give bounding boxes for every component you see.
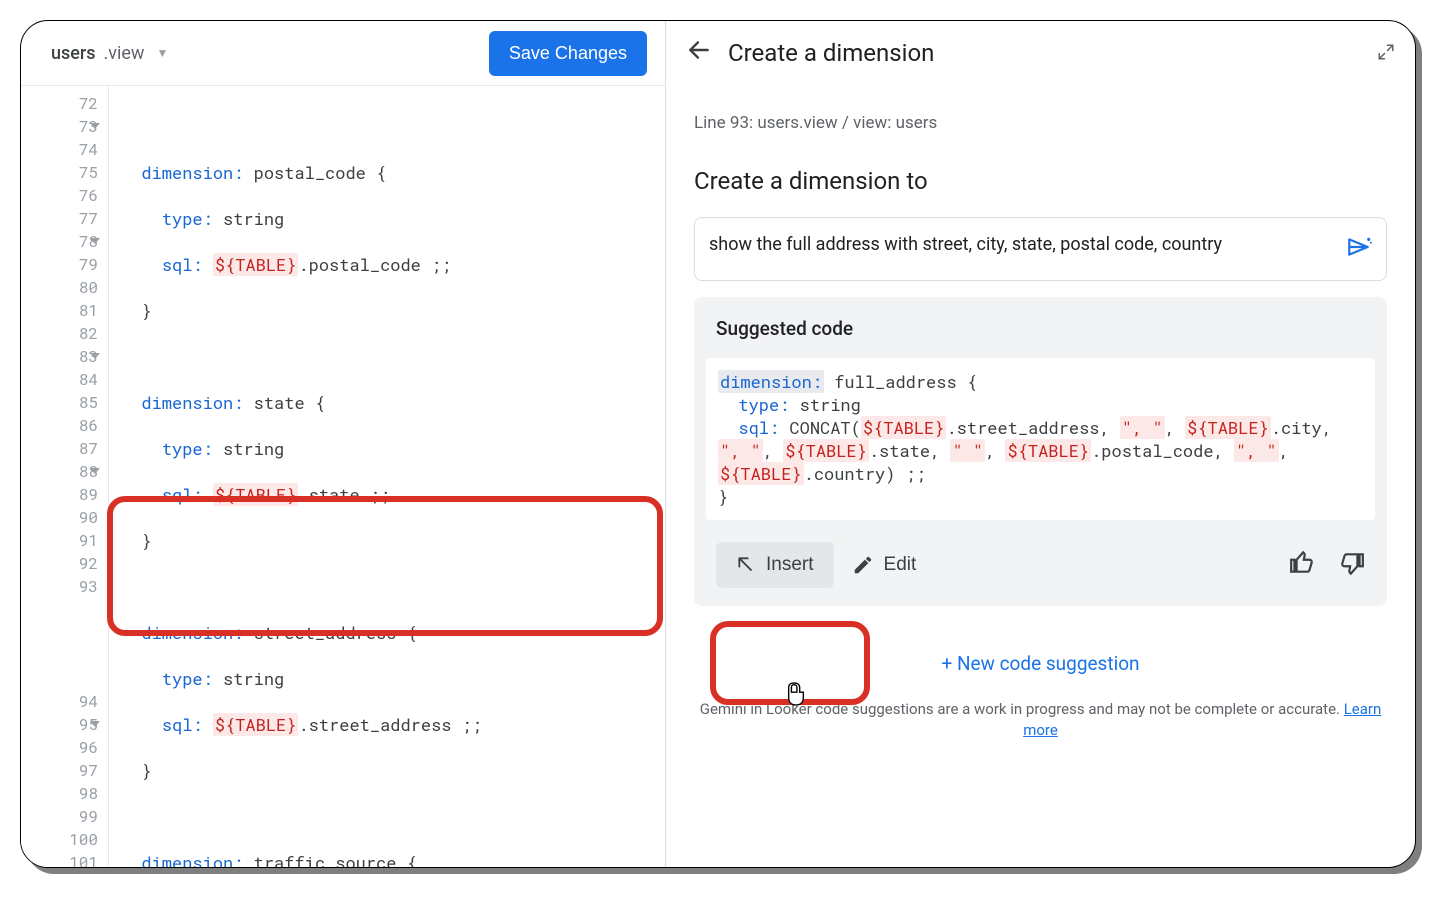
action-row: Insert Edit [694, 520, 1387, 588]
insert-arrow-icon [736, 555, 756, 575]
thumbs-down-icon[interactable] [1339, 550, 1365, 580]
code-body[interactable]: dimension: postal_code { type: string sq… [109, 86, 665, 867]
suggested-code-card: Suggested code dimension: full_address {… [694, 297, 1387, 606]
file-title[interactable]: users .view ▼ [51, 43, 168, 64]
suggested-code-title: Suggested code [694, 317, 1387, 354]
chevron-down-icon[interactable]: ▼ [156, 46, 168, 60]
edit-button[interactable]: Edit [852, 554, 917, 576]
file-basename: users [51, 43, 96, 64]
save-changes-button[interactable]: Save Changes [489, 31, 647, 76]
disclaimer-text: Gemini in Looker code suggestions are a … [694, 699, 1387, 741]
insert-button[interactable]: Insert [716, 542, 834, 588]
panel-title: Create a dimension [728, 39, 934, 67]
assistant-pane: Create a dimension Line 93: users.view /… [666, 21, 1415, 867]
send-icon[interactable] [1346, 234, 1372, 264]
suggested-code-block: dimension: full_address { type: string s… [706, 358, 1375, 520]
assistant-header: Create a dimension [666, 21, 1415, 85]
editor-pane: users .view ▼ Save Changes 72 73 74 75 76… [21, 21, 666, 867]
section-heading: Create a dimension to [694, 167, 1387, 195]
pencil-icon [852, 554, 874, 576]
editor-header: users .view ▼ Save Changes [21, 21, 665, 85]
thumbs-up-icon[interactable] [1289, 550, 1315, 580]
collapse-icon[interactable] [1377, 43, 1395, 64]
file-ext: .view [104, 43, 145, 64]
assistant-body: Line 93: users.view / view: users Create… [666, 85, 1415, 867]
line-gutter: 72 73 74 75 76 77 78 79 80 81 82 83 84 8… [21, 86, 109, 867]
context-breadcrumb: Line 93: users.view / view: users [694, 113, 1387, 133]
prompt-box [694, 217, 1387, 281]
code-editor[interactable]: 72 73 74 75 76 77 78 79 80 81 82 83 84 8… [21, 85, 665, 867]
new-suggestion-link[interactable]: + New code suggestion [694, 652, 1387, 675]
feedback-group [1289, 550, 1365, 580]
back-arrow-icon[interactable] [686, 37, 712, 69]
prompt-input[interactable] [709, 234, 1336, 255]
